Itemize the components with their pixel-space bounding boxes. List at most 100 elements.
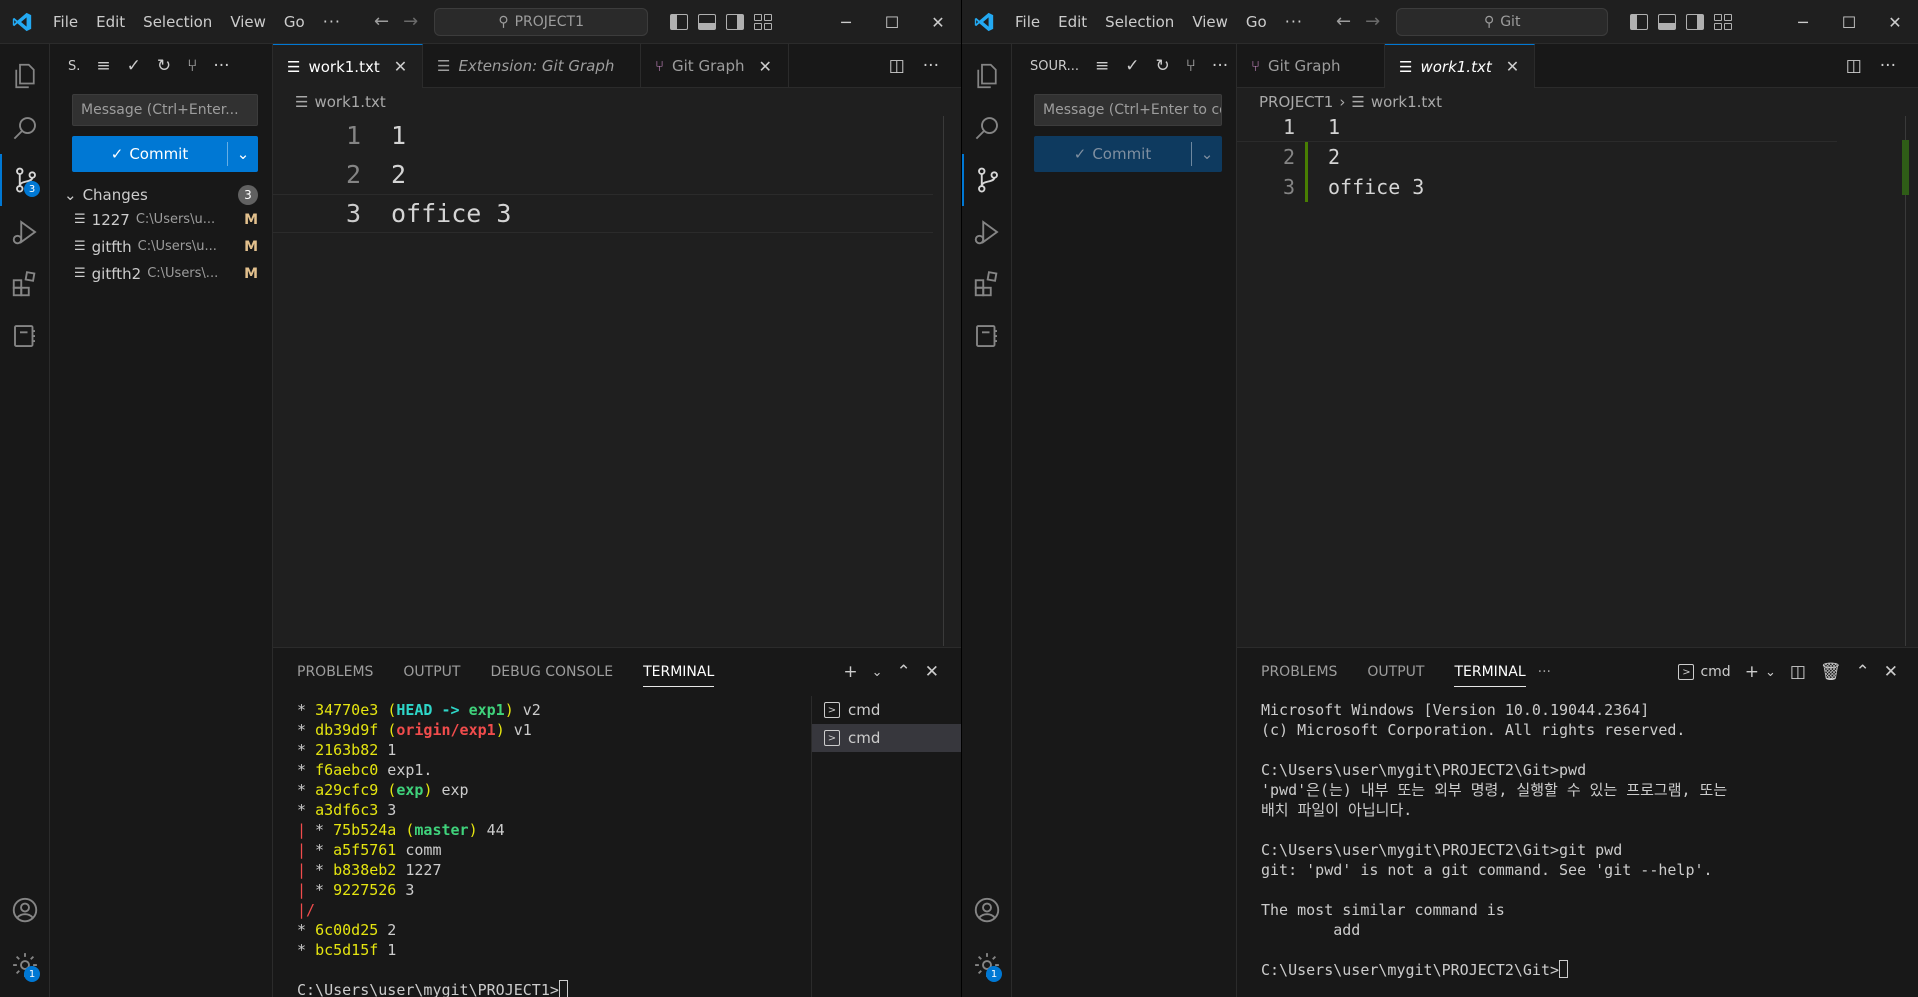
explorer-icon[interactable] bbox=[0, 50, 50, 102]
menu-view[interactable]: View bbox=[1183, 13, 1237, 31]
new-terminal-icon[interactable]: + bbox=[843, 662, 857, 682]
menu-selection[interactable]: Selection bbox=[134, 13, 221, 31]
commit-check-icon[interactable]: ✓ bbox=[1125, 56, 1139, 76]
menu-more[interactable]: ··· bbox=[1276, 12, 1312, 31]
more-actions-icon[interactable]: ··· bbox=[923, 56, 939, 76]
split-editor-icon[interactable]: ◫ bbox=[1846, 56, 1862, 76]
menu-go[interactable]: Go bbox=[1237, 13, 1276, 31]
more-actions-icon[interactable]: ··· bbox=[213, 56, 229, 76]
toggle-secondary-sidebar-icon[interactable] bbox=[726, 13, 745, 30]
chevron-down-icon[interactable]: ⌄ bbox=[1765, 665, 1776, 680]
maximize-icon[interactable]: ☐ bbox=[869, 0, 915, 44]
change-item[interactable]: ☰ gitfth C:\Users\u... M bbox=[50, 233, 272, 260]
menu-view[interactable]: View bbox=[221, 13, 275, 31]
more-actions-icon[interactable]: ··· bbox=[1212, 56, 1228, 76]
menu-edit[interactable]: Edit bbox=[1049, 13, 1096, 31]
change-item[interactable]: ☰ 1227 C:\Users\u... M bbox=[50, 206, 272, 233]
breadcrumb-file[interactable]: work1.txt bbox=[314, 93, 385, 111]
commit-button[interactable]: ✓ Commit ⌄ bbox=[72, 136, 258, 172]
close-icon[interactable]: ✕ bbox=[915, 0, 961, 44]
toggle-panel-icon[interactable] bbox=[1658, 13, 1677, 30]
toggle-sidebar-icon[interactable] bbox=[1630, 13, 1649, 30]
account-icon[interactable] bbox=[962, 884, 1012, 936]
search-icon[interactable] bbox=[0, 102, 50, 154]
code-editor[interactable]: 1 1 2 2 3 office 3 bbox=[1237, 112, 1837, 202]
close-tab-icon[interactable]: ✕ bbox=[394, 57, 407, 76]
git-graph-icon[interactable]: ⑂ bbox=[1186, 56, 1196, 76]
more-actions-icon[interactable]: ··· bbox=[1880, 56, 1896, 76]
terminal-item[interactable]: > cmd bbox=[812, 696, 961, 724]
account-icon[interactable] bbox=[0, 884, 50, 936]
close-tab-icon[interactable]: ✕ bbox=[1506, 57, 1519, 76]
close-panel-icon[interactable]: ✕ bbox=[925, 662, 939, 682]
terminal-name[interactable]: cmd bbox=[1700, 664, 1730, 680]
minimize-icon[interactable]: ─ bbox=[1780, 0, 1826, 44]
maximize-icon[interactable]: ☐ bbox=[1826, 0, 1872, 44]
toggle-panel-icon[interactable] bbox=[698, 13, 717, 30]
close-tab-icon[interactable]: ✕ bbox=[758, 57, 771, 76]
close-panel-icon[interactable]: ✕ bbox=[1884, 662, 1898, 682]
toggle-secondary-sidebar-icon[interactable] bbox=[1686, 13, 1705, 30]
changes-section-header[interactable]: ⌄ Changes 3 bbox=[50, 184, 272, 206]
toggle-sidebar-icon[interactable] bbox=[670, 13, 689, 30]
panel-tab-terminal[interactable]: TERMINAL bbox=[1454, 658, 1526, 687]
panel-tab-problems[interactable]: PROBLEMS bbox=[1261, 664, 1337, 680]
menu-selection[interactable]: Selection bbox=[1096, 13, 1183, 31]
menu-go[interactable]: Go bbox=[275, 13, 314, 31]
remote-explorer-icon[interactable] bbox=[0, 310, 50, 362]
panel-more-icon[interactable]: ··· bbox=[1538, 664, 1551, 680]
back-arrow-icon[interactable]: ← bbox=[374, 11, 389, 32]
split-editor-icon[interactable]: ◫ bbox=[889, 56, 905, 76]
maximize-panel-icon[interactable]: ⌃ bbox=[1856, 662, 1870, 682]
menu-file[interactable]: File bbox=[44, 13, 87, 31]
tab-extension-git-graph[interactable]: ☰ Extension: Git Graph bbox=[423, 44, 641, 88]
new-terminal-icon[interactable]: + bbox=[1745, 662, 1759, 682]
commit-button-disabled[interactable]: ✓ Commit ⌄ bbox=[1034, 136, 1222, 172]
source-control-icon[interactable] bbox=[962, 154, 1012, 206]
minimize-icon[interactable]: ─ bbox=[823, 0, 869, 44]
tab-work1[interactable]: ☰ work1.txt ✕ bbox=[273, 44, 423, 88]
refresh-icon[interactable]: ↻ bbox=[157, 56, 171, 76]
maximize-panel-icon[interactable]: ⌃ bbox=[897, 662, 911, 682]
manage-gear-icon[interactable]: 1 bbox=[0, 939, 50, 991]
commit-button-main[interactable]: ✓ Commit bbox=[72, 145, 227, 163]
git-graph-icon[interactable]: ⑂ bbox=[187, 56, 197, 76]
tab-git-graph[interactable]: ⑂ Git Graph ✕ bbox=[641, 44, 789, 88]
forward-arrow-icon[interactable]: → bbox=[403, 11, 418, 32]
source-control-icon[interactable]: 3 bbox=[0, 154, 50, 206]
view-as-list-icon[interactable]: ≡ bbox=[1095, 56, 1109, 76]
chevron-down-icon[interactable]: ⌄ bbox=[228, 145, 258, 163]
terminal-item-selected[interactable]: > cmd bbox=[812, 724, 961, 752]
forward-arrow-icon[interactable]: → bbox=[1365, 11, 1380, 32]
explorer-icon[interactable] bbox=[962, 50, 1012, 102]
close-icon[interactable]: ✕ bbox=[1872, 0, 1918, 44]
menu-edit[interactable]: Edit bbox=[87, 13, 134, 31]
commit-button-main[interactable]: ✓ Commit bbox=[1034, 145, 1191, 163]
remote-explorer-icon[interactable] bbox=[962, 310, 1012, 362]
change-item[interactable]: ☰ gitfth2 C:\Users\... M bbox=[50, 260, 272, 287]
breadcrumb-folder[interactable]: PROJECT1 bbox=[1259, 93, 1333, 111]
chevron-down-icon[interactable]: ⌄ bbox=[872, 665, 883, 680]
menu-file[interactable]: File bbox=[1006, 13, 1049, 31]
extensions-icon[interactable] bbox=[0, 258, 50, 310]
search-icon[interactable] bbox=[962, 102, 1012, 154]
back-arrow-icon[interactable]: ← bbox=[1336, 11, 1351, 32]
commit-check-icon[interactable]: ✓ bbox=[127, 56, 141, 76]
panel-tab-output[interactable]: OUTPUT bbox=[403, 664, 460, 680]
command-center-search[interactable]: ⚲ Git bbox=[1396, 7, 1609, 36]
view-as-list-icon[interactable]: ≡ bbox=[96, 56, 110, 76]
customize-layout-icon[interactable] bbox=[754, 13, 773, 30]
breadcrumb-file[interactable]: work1.txt bbox=[1371, 93, 1442, 111]
panel-tab-output[interactable]: OUTPUT bbox=[1367, 664, 1424, 680]
menu-more[interactable]: ··· bbox=[314, 12, 350, 31]
commit-message-input[interactable]: Message (Ctrl+Enter... bbox=[72, 94, 258, 126]
tab-work1[interactable]: ☰ work1.txt ✕ bbox=[1385, 44, 1535, 88]
command-center-search[interactable]: ⚲ PROJECT1 bbox=[434, 7, 649, 36]
customize-layout-icon[interactable] bbox=[1714, 13, 1733, 30]
run-debug-icon[interactable] bbox=[962, 206, 1012, 258]
panel-tab-problems[interactable]: PROBLEMS bbox=[297, 664, 373, 680]
terminal-output[interactable]: Microsoft Windows [Version 10.0.19044.23… bbox=[1261, 700, 1727, 980]
split-terminal-icon[interactable]: ◫ bbox=[1790, 662, 1806, 682]
commit-message-input[interactable]: Message (Ctrl+Enter to co... bbox=[1034, 94, 1222, 126]
panel-tab-debug-console[interactable]: DEBUG CONSOLE bbox=[490, 664, 613, 680]
